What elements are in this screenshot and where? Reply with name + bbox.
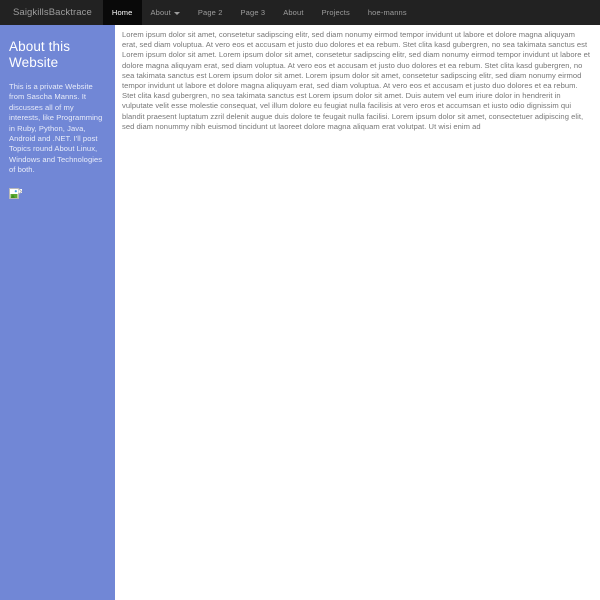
navbar-brand[interactable]: SaigkillsBacktrace [0, 0, 103, 25]
nav-item-hoe-manns[interactable]: hoe-manns [359, 0, 416, 25]
main-content: Lorem ipsum dolor sit amet, consetetur s… [115, 25, 600, 600]
top-navbar: SaigkillsBacktrace Home About Page 2 Pag… [0, 0, 600, 25]
nav-link-page-2[interactable]: Page 2 [189, 0, 232, 25]
nav-link-about[interactable]: About [274, 0, 312, 25]
nav-item-page-2[interactable]: Page 2 [189, 0, 232, 25]
content-paragraph: Lorem ipsum dolor sit amet, consetetur s… [122, 30, 591, 131]
nav-link-about-dropdown-label: About [150, 8, 171, 17]
nav-link-about-dropdown[interactable]: About [142, 0, 189, 25]
chevron-down-icon [173, 11, 180, 15]
nav-item-page-3[interactable]: Page 3 [232, 0, 275, 25]
sidebar-title: About this Website [9, 39, 71, 70]
nav-item-about[interactable]: About [274, 0, 312, 25]
nav-link-page-3[interactable]: Page 3 [232, 0, 275, 25]
nav-link-projects[interactable]: Projects [313, 0, 359, 25]
navbar-menu: Home About Page 2 Page 3 About Projects … [102, 0, 416, 25]
nav-link-hoe-manns[interactable]: hoe-manns [359, 0, 416, 25]
sidebar: About this Website This is a private Web… [0, 25, 115, 600]
nav-item-projects[interactable]: Projects [313, 0, 359, 25]
broken-image-icon [9, 187, 22, 199]
nav-item-home[interactable]: Home [102, 0, 142, 25]
nav-link-home[interactable]: Home [102, 0, 142, 25]
sidebar-description: This is a private Website from Sascha Ma… [9, 82, 103, 175]
nav-item-about-dropdown[interactable]: About [142, 0, 189, 25]
